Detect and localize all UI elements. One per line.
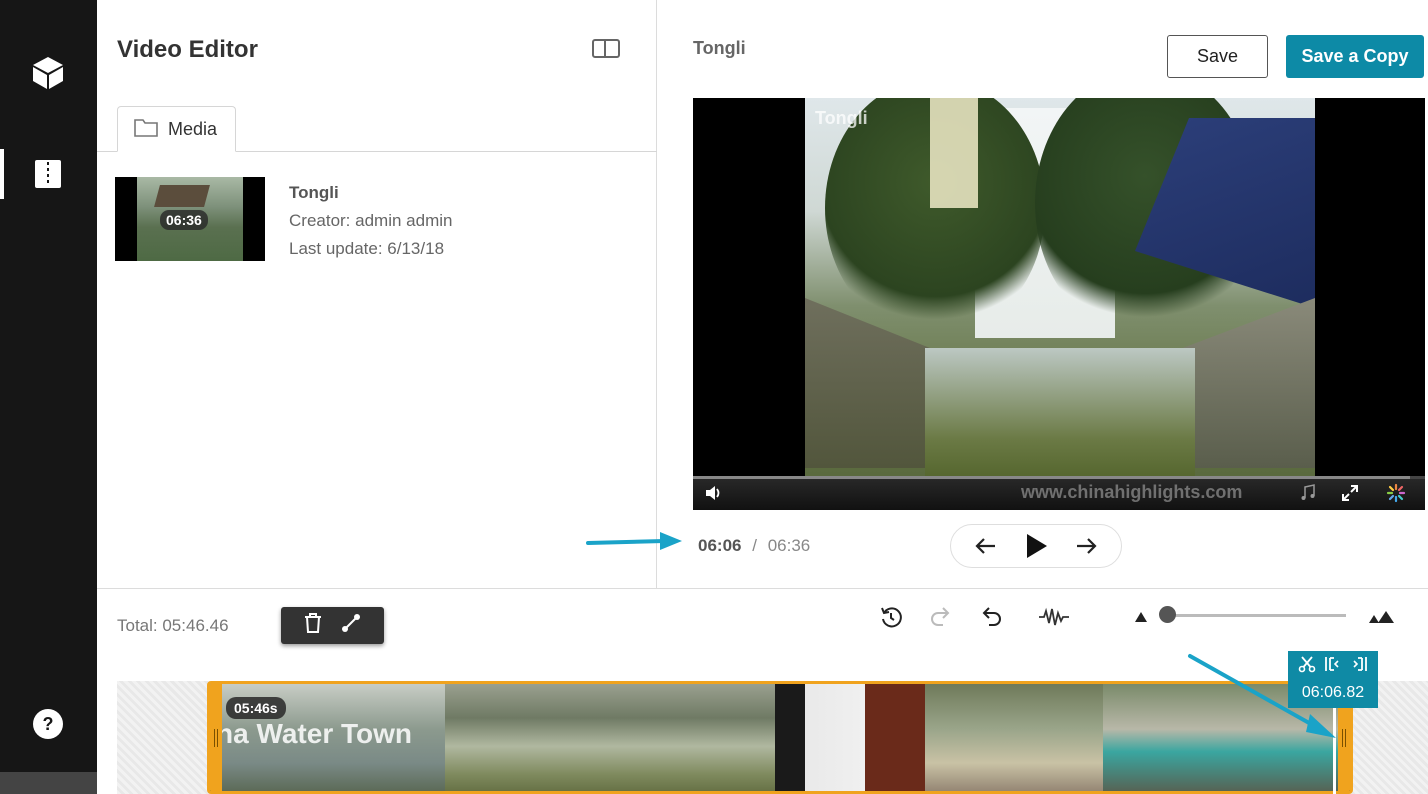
- player-controls: www.chinahighlights.com: [693, 476, 1425, 510]
- waveform-icon[interactable]: [1038, 602, 1070, 632]
- clip-start-handle[interactable]: [210, 684, 222, 791]
- zoom-slider-track[interactable]: [1168, 614, 1346, 617]
- timecode-display: 06:06 / 06:36: [698, 536, 810, 556]
- clip-frame: [445, 684, 775, 791]
- save-copy-button[interactable]: Save a Copy: [1286, 35, 1424, 78]
- entry-creator: Creator: admin admin: [289, 211, 453, 230]
- video-title: Tongli: [693, 38, 746, 58]
- fullscreen-icon[interactable]: [1339, 482, 1361, 504]
- arrow-left-icon[interactable]: [971, 531, 1001, 561]
- clip-frame: [925, 684, 1103, 791]
- clip-duration-badge: 05:46s: [226, 697, 286, 719]
- clip-toolbar: [281, 607, 384, 644]
- entry-name: Tongli: [289, 183, 339, 202]
- folder-icon: [134, 117, 158, 142]
- page-title: Video Editor: [117, 36, 258, 63]
- zoom-in-icon[interactable]: [1366, 602, 1396, 632]
- timeline-clip[interactable]: na Water Town 05:46s: [207, 681, 1353, 794]
- tab-media[interactable]: Media: [117, 106, 236, 152]
- play-icon[interactable]: [1021, 531, 1051, 561]
- panel-toggle-icon[interactable]: [591, 38, 621, 60]
- help-icon[interactable]: ?: [30, 706, 66, 742]
- time-separator: /: [752, 536, 757, 555]
- save-button[interactable]: Save: [1167, 35, 1268, 78]
- current-time: 06:06: [698, 536, 742, 555]
- media-panel: Video Editor Media 06:36 Tongli Creator:…: [97, 0, 657, 588]
- redo-icon[interactable]: [926, 602, 956, 632]
- zoom-slider-handle[interactable]: [1159, 606, 1176, 623]
- video-frame: Tongli: [805, 98, 1315, 476]
- thumbnail-duration-badge: 06:36: [160, 210, 208, 230]
- timeline-divider: [97, 588, 1428, 589]
- playback-controls: [950, 524, 1122, 568]
- rail-bottom-strip: [0, 772, 97, 794]
- left-rail: ?: [0, 0, 97, 794]
- trash-icon[interactable]: [303, 612, 323, 639]
- undo-icon[interactable]: [976, 602, 1006, 632]
- total-time: 06:36: [767, 536, 811, 555]
- annotation-arrow-playhead: [1186, 652, 1346, 747]
- timeline-total: Total: 05:46.46: [117, 616, 229, 635]
- music-icon[interactable]: [1297, 482, 1319, 504]
- arrow-right-icon[interactable]: [1071, 531, 1101, 561]
- editor-icon[interactable]: [30, 156, 66, 192]
- media-entry[interactable]: 06:36 Tongli Creator: admin admin Last u…: [115, 177, 635, 261]
- entry-last-update: Last update: 6/13/18: [289, 239, 445, 258]
- active-indicator: [0, 149, 4, 199]
- set-out-point-icon[interactable]: [1350, 655, 1368, 678]
- svg-text:?: ?: [43, 714, 54, 734]
- tab-media-label: Media: [168, 118, 218, 139]
- reset-history-icon[interactable]: [876, 602, 906, 632]
- cube-icon[interactable]: [30, 55, 66, 91]
- split-link-icon[interactable]: [340, 612, 362, 639]
- volume-icon[interactable]: [703, 482, 725, 504]
- video-watermark-top: Tongli: [815, 108, 868, 128]
- video-watermark-bottom: www.chinahighlights.com: [1021, 482, 1243, 502]
- entry-thumbnail[interactable]: 06:36: [115, 177, 265, 261]
- clip-caption: na Water Town: [216, 718, 412, 749]
- clip-frame: [775, 684, 925, 791]
- loading-spinner-icon: [1385, 482, 1407, 504]
- annotation-arrow-timecode: [586, 528, 686, 563]
- zoom-out-icon[interactable]: [1126, 602, 1156, 632]
- video-player[interactable]: Tongli www.chinahighlights.com: [693, 98, 1425, 510]
- player-progress-bar[interactable]: [693, 476, 1425, 479]
